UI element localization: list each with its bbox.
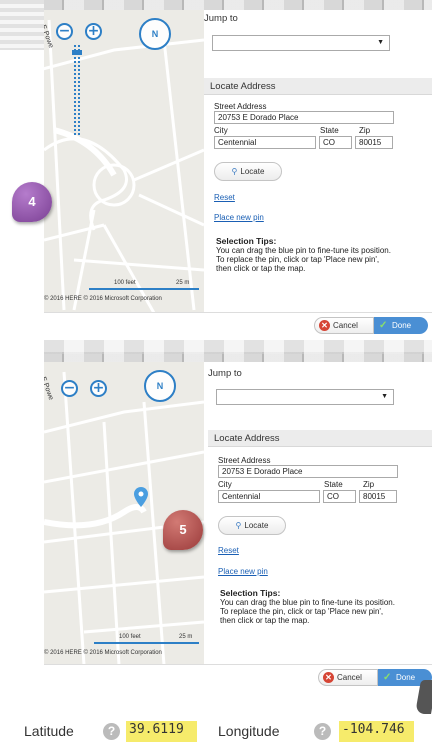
scale-meter-label: 25 m <box>176 280 190 286</box>
done-button[interactable]: ✓ Done <box>374 317 428 334</box>
step5-screenshot: E Powe − + N 100 feet 25 m © 2016 HERE ©… <box>44 352 432 692</box>
coordinates-row: Latitude ? 39.6119 Longitude ? -104.746 <box>0 713 432 746</box>
jump-to-label: Jump to <box>208 368 242 379</box>
check-icon: ✓ <box>383 672 392 683</box>
jump-to-label: Jump to <box>204 13 238 24</box>
place-new-pin-link[interactable]: Place new pin <box>214 213 264 222</box>
compass-label: N <box>151 29 159 39</box>
zoom-out-button[interactable]: − <box>61 380 78 397</box>
zoom-slider[interactable] <box>74 45 80 135</box>
zip-label: Zip <box>359 126 371 135</box>
zoom-slider-thumb[interactable] <box>72 50 82 55</box>
map-roads <box>44 19 204 313</box>
scale-meter-label: 25 m <box>179 634 193 640</box>
map-view[interactable]: E Powe − + N 100 feet 25 m © 2016 HERE ©… <box>44 10 204 313</box>
latitude-label: Latitude <box>24 723 74 739</box>
step4-screenshot: E Powe − + N 100 feet 25 m © 2016 HERE ©… <box>44 0 432 338</box>
decorative-fade <box>0 0 44 50</box>
state-label: State <box>324 480 343 489</box>
reset-link[interactable]: Reset <box>218 546 239 555</box>
zoom-out-button[interactable]: − <box>56 23 73 40</box>
street-label: Street Address <box>214 102 267 111</box>
city-label: City <box>218 480 232 489</box>
zip-input[interactable]: 80015 <box>359 490 397 503</box>
street-address-input[interactable]: 20753 E Dorado Place <box>218 465 398 478</box>
check-icon: ✓ <box>379 320 388 331</box>
reset-link[interactable]: Reset <box>214 193 235 202</box>
city-input[interactable]: Centennial <box>214 136 316 149</box>
cancel-icon: ✕ <box>319 320 330 331</box>
scale-bar <box>89 288 199 290</box>
chevron-down-icon: ▼ <box>377 39 384 46</box>
cancel-button-label: Cancel <box>333 321 358 330</box>
scale-feet-label: 100 feet <box>114 280 136 286</box>
compass-button[interactable]: N <box>144 370 176 402</box>
latitude-help-icon[interactable]: ? <box>103 723 120 740</box>
jump-to-select[interactable]: ▼ <box>212 35 390 51</box>
state-input[interactable]: CO <box>323 490 356 503</box>
tips-text: You can drag the blue pin to fine-tune i… <box>216 246 391 273</box>
locate-button-label: Locate <box>240 167 265 176</box>
done-button-label: Done <box>396 673 416 682</box>
state-label: State <box>320 126 339 135</box>
cancel-button[interactable]: ✕ Cancel <box>314 317 374 334</box>
locate-button[interactable]: ⚲ Locate <box>214 162 282 181</box>
chevron-down-icon: ▼ <box>381 393 388 400</box>
cancel-button-label: Cancel <box>337 673 362 682</box>
latitude-value[interactable]: 39.6119 <box>126 721 197 742</box>
dialog-footer: ✕ Cancel ✓ Done <box>44 312 432 338</box>
zoom-in-button[interactable]: + <box>90 380 107 397</box>
place-new-pin-link[interactable]: Place new pin <box>218 567 268 576</box>
decorative-fade <box>44 340 432 354</box>
cancel-button[interactable]: ✕ Cancel <box>318 669 378 686</box>
scale-feet-label: 100 feet <box>119 634 141 640</box>
zip-label: Zip <box>363 480 375 489</box>
locate-button-label: Locate <box>244 521 269 530</box>
street-label: Street Address <box>218 456 271 465</box>
state-input[interactable]: CO <box>319 136 352 149</box>
compass-label: N <box>156 381 164 391</box>
search-icon: ⚲ <box>235 521 242 530</box>
map-pin-icon[interactable] <box>134 487 148 507</box>
longitude-help-icon[interactable]: ? <box>314 723 331 740</box>
locate-address-header: Locate Address <box>208 430 432 447</box>
city-label: City <box>214 126 228 135</box>
tips-title: Selection Tips: <box>220 588 281 598</box>
locate-panel: Jump to ▼ Locate Address Street Address … <box>204 10 432 313</box>
cancel-icon: ✕ <box>323 672 334 683</box>
locate-address-header: Locate Address <box>204 78 432 95</box>
street-address-input[interactable]: 20753 E Dorado Place <box>214 111 394 124</box>
longitude-value[interactable]: -104.746 <box>339 721 414 742</box>
zip-input[interactable]: 80015 <box>355 136 393 149</box>
search-icon: ⚲ <box>231 167 238 176</box>
done-button-label: Done <box>392 321 412 330</box>
longitude-label: Longitude <box>218 723 280 739</box>
step-4-badge: 4 <box>12 182 52 222</box>
map-copyright: © 2016 HERE © 2016 Microsoft Corporation <box>44 650 162 656</box>
dialog-footer: ✕ Cancel ✓ Done <box>44 664 432 690</box>
jump-to-select[interactable]: ▼ <box>216 389 394 405</box>
zoom-in-button[interactable]: + <box>85 23 102 40</box>
locate-button[interactable]: ⚲ Locate <box>218 516 286 535</box>
tips-text: You can drag the blue pin to fine-tune i… <box>220 598 395 625</box>
compass-button[interactable]: N <box>139 18 171 50</box>
scale-bar <box>94 642 199 644</box>
locate-panel: Jump to ▼ Locate Address Street Address … <box>208 362 432 665</box>
tips-title: Selection Tips: <box>216 236 277 246</box>
step-5-badge: 5 <box>163 510 203 550</box>
map-copyright: © 2016 HERE © 2016 Microsoft Corporation <box>44 296 162 302</box>
city-input[interactable]: Centennial <box>218 490 320 503</box>
